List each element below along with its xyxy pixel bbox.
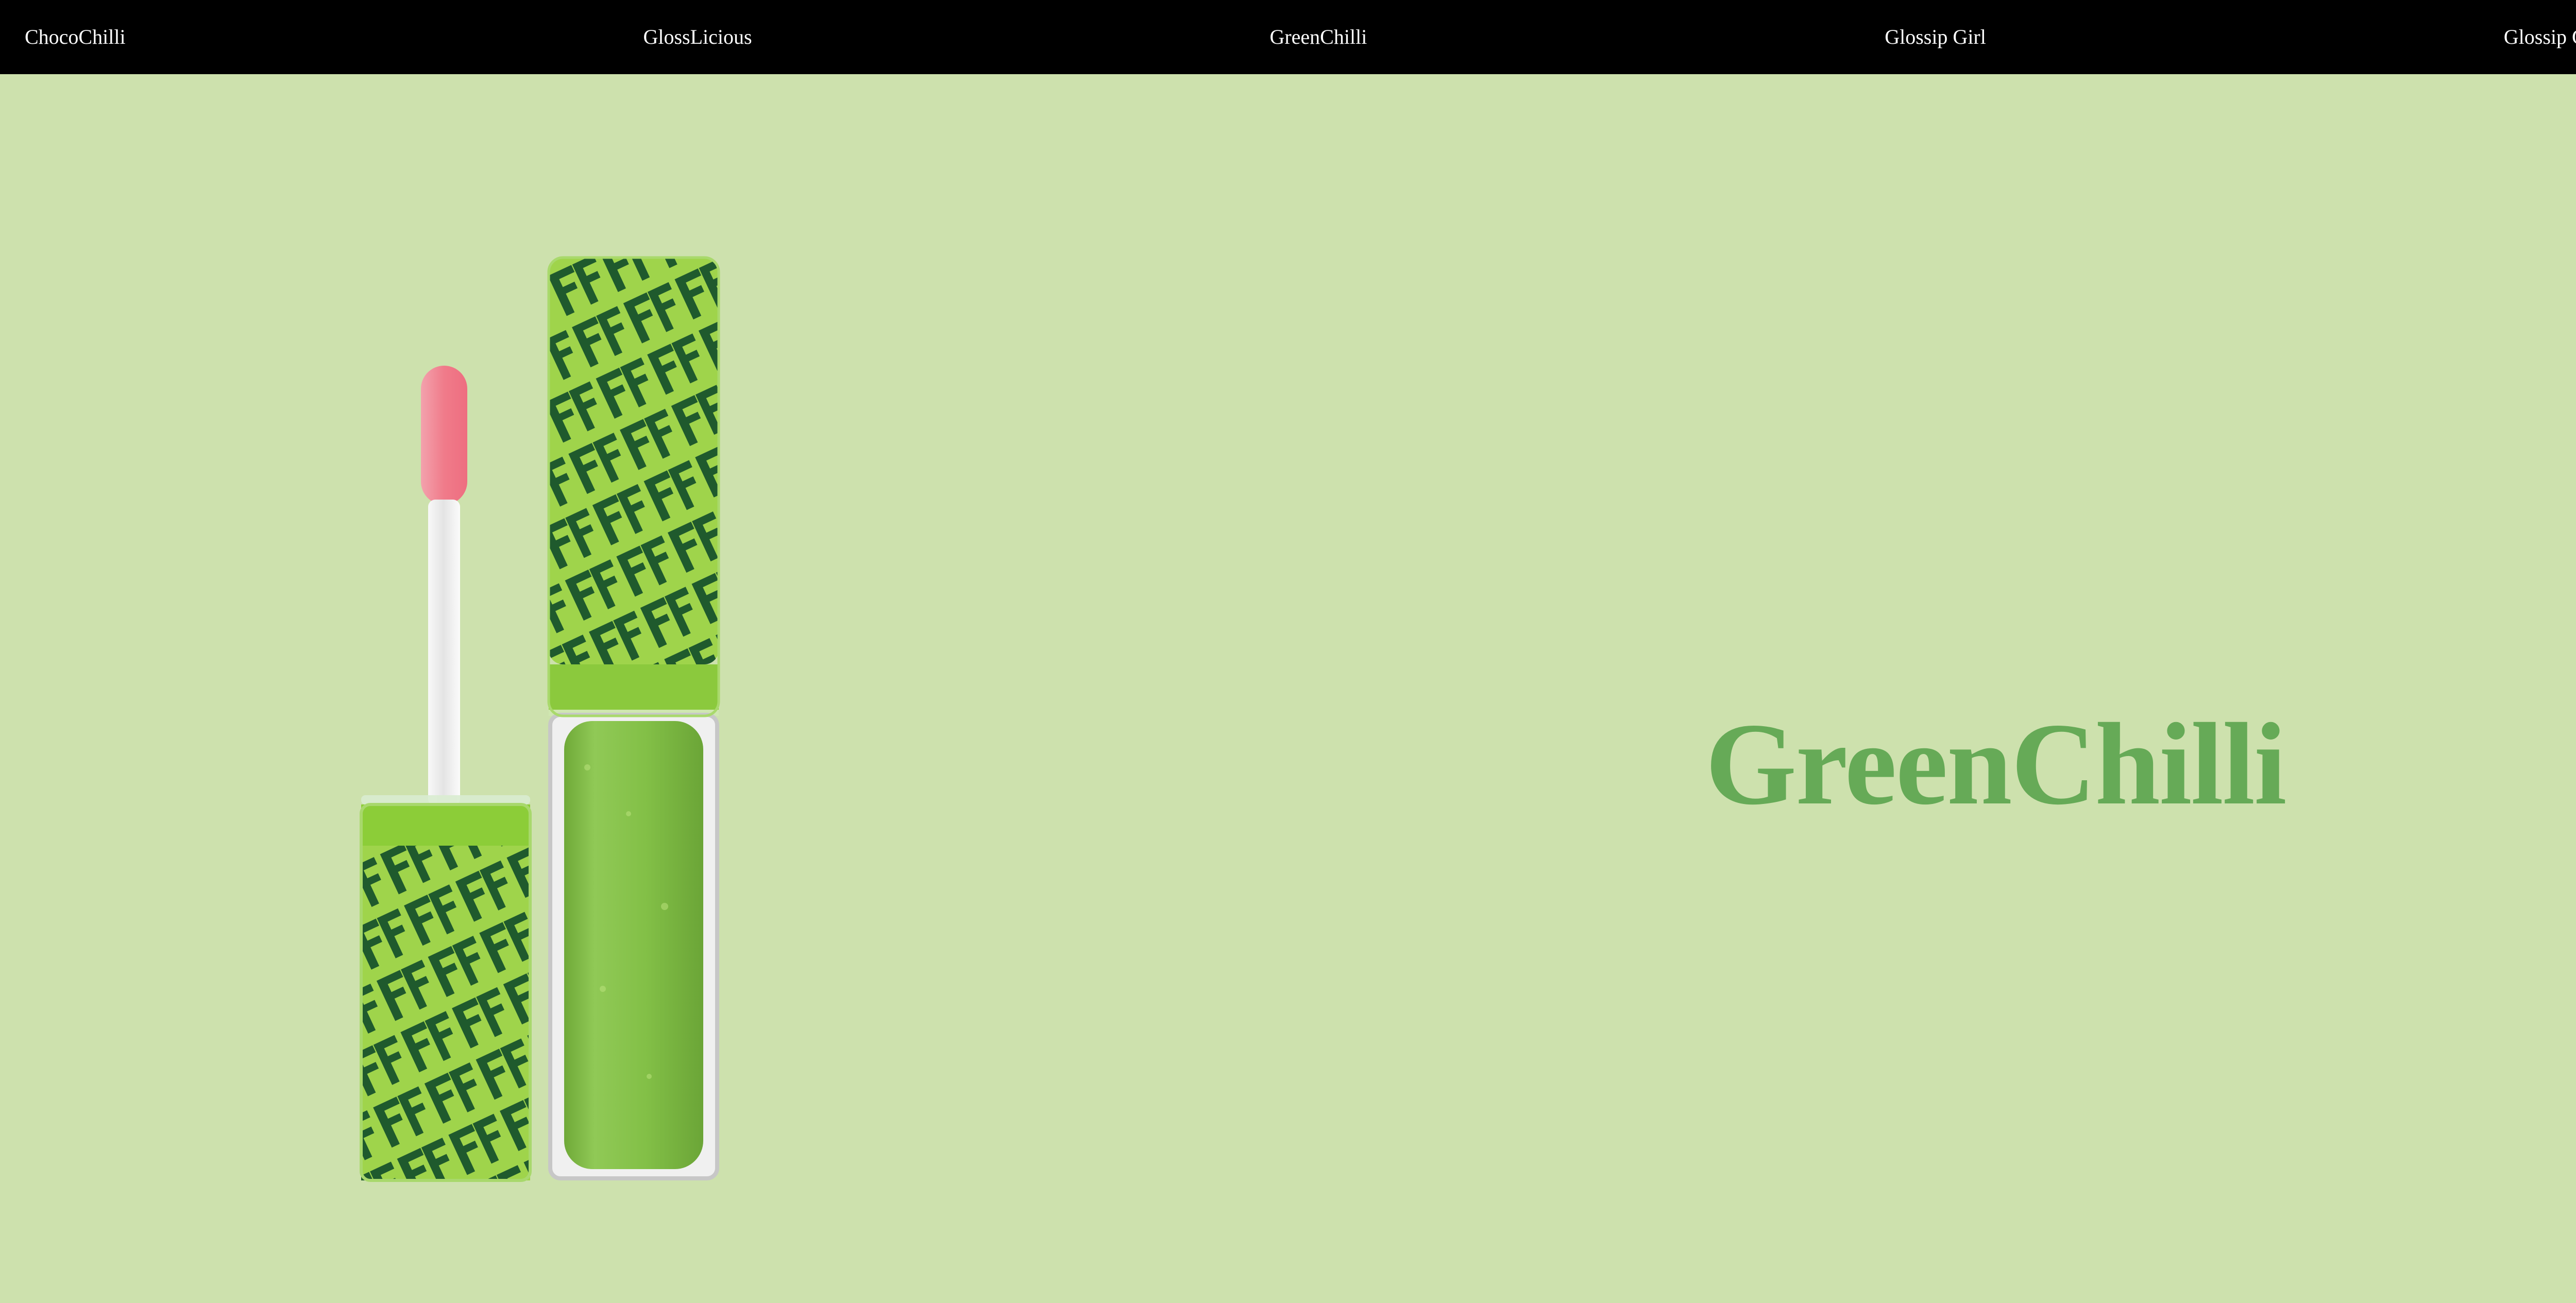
lip-gloss-applicator bbox=[360, 366, 532, 1182]
lip-gloss-tube bbox=[547, 256, 720, 1180]
product-page: ChocoChilli GlossLicious GreenChilli Glo… bbox=[0, 0, 2576, 1303]
nav-link-glossip-gold[interactable]: Glossip Gold bbox=[2504, 27, 2576, 47]
nav-link-greenchilli[interactable]: GreenChilli bbox=[1269, 27, 1367, 47]
nav-link-glossip-girl[interactable]: Glossip Girl bbox=[1885, 27, 1986, 47]
product-title: GreenChilli bbox=[1705, 699, 2286, 829]
nav-link-glosslicious[interactable]: GlossLicious bbox=[643, 27, 752, 47]
green-lip-gloss-product-image bbox=[340, 242, 752, 1221]
nav-link-chocochilli[interactable]: ChocoChilli bbox=[25, 27, 126, 47]
top-navigation: ChocoChilli GlossLicious GreenChilli Glo… bbox=[0, 0, 2576, 74]
